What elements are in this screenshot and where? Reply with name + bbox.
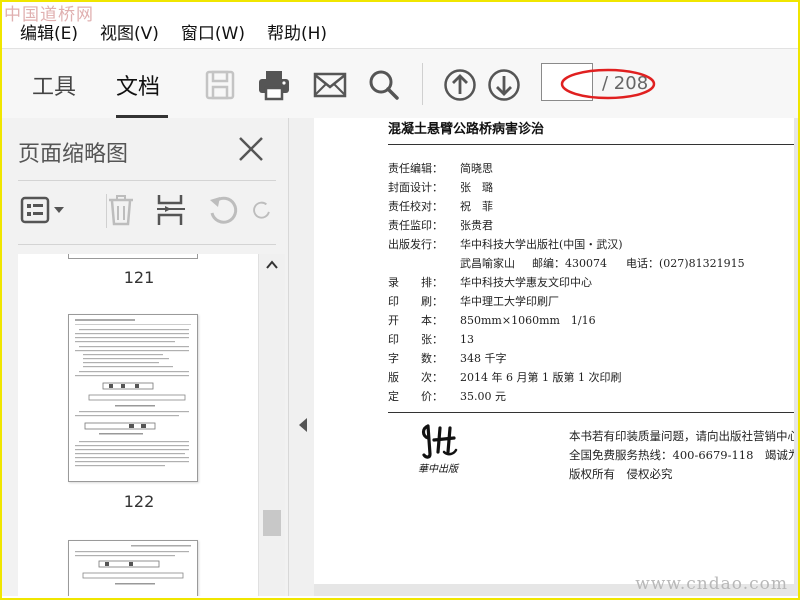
publisher-address: 武昌喻家山	[460, 257, 515, 270]
meta-cover-design: 封面设计：张 璐	[388, 181, 493, 194]
publisher-logo-text: 華中出版	[418, 464, 458, 475]
insert-page-icon[interactable]	[154, 192, 188, 228]
meta-publisher: 出版发行： 华中科技大学出版社(中国・武汉)	[388, 238, 623, 251]
publisher-phone: 电话：(027)81321915	[626, 257, 745, 270]
meta-print-supervisor: 责任监印： 张贵君	[388, 219, 493, 232]
meta-printer: 印 刷： 华中理工大学印刷厂	[388, 295, 559, 308]
rotate-ccw-icon[interactable]	[206, 192, 240, 228]
menu-window[interactable]: 窗口(W)	[167, 19, 253, 44]
meta-editor: 责任编辑： 简晓思	[388, 162, 493, 175]
delete-icon[interactable]	[104, 192, 138, 228]
arrow-down-circle-icon[interactable]	[486, 67, 522, 103]
toolbar: 工具 文档 / 208	[2, 48, 798, 120]
meta-word-count: 字 数： 348 千字	[388, 352, 507, 365]
title-rule	[388, 144, 794, 145]
thumbnail-options-icon[interactable]	[18, 192, 68, 228]
thumbnail-page-120-edge[interactable]	[68, 254, 198, 259]
menu-bar: 编辑(E) 视图(V) 窗口(W) 帮助(H)	[2, 14, 798, 48]
search-icon[interactable]	[366, 67, 402, 103]
meta-price: 定 价： 35.00 元	[388, 390, 506, 403]
publisher-postcode: 邮编：430074	[532, 257, 607, 270]
publisher-logo-icon	[421, 424, 458, 459]
arrow-up-circle-icon[interactable]	[442, 67, 478, 103]
page-label-122: 122	[123, 492, 155, 511]
meta-proofreader: 责任校对：祝 菲	[388, 200, 493, 213]
thumbnail-content	[75, 319, 191, 467]
notice-line-2: 全国免费服务热线：400-6679-118 竭诚为	[569, 448, 794, 462]
tab-document[interactable]: 文档	[116, 69, 160, 101]
panel-title: 页面缩略图	[18, 142, 129, 167]
panel-divider	[18, 180, 276, 181]
meta-format: 开 本： 850mm×1060mm 1/16	[388, 314, 596, 327]
bottom-rule	[388, 412, 794, 413]
meta-typesetting: 录 排： 华中科技大学惠友文印中心	[388, 276, 592, 289]
thumbnail-content-2	[75, 545, 191, 585]
rotate-cw-icon[interactable]	[252, 192, 272, 228]
thumbnail-list: 121 122	[18, 254, 260, 596]
notice-line-1: 本书若有印装质量问题，请向出版社营销中心	[569, 429, 794, 443]
highlight-ellipse	[560, 68, 656, 100]
tab-tools[interactable]: 工具	[32, 69, 76, 101]
scroll-up-icon[interactable]	[266, 260, 278, 270]
book-title: 混凝土悬臂公路桥病害诊治	[388, 122, 545, 137]
watermark-bottom: www.cndao.com	[635, 574, 788, 594]
thumbnail-scrollbar[interactable]	[258, 254, 285, 596]
meta-edition: 版 次： 2014 年 6 月第 1 版第 1 次印刷	[388, 371, 622, 384]
mail-icon[interactable]	[312, 67, 348, 103]
document-page: 混凝土悬臂公路桥病害诊治 责任编辑： 简晓思 封面设计：张 璐 责任校对：祝 菲 …	[314, 118, 794, 584]
thumbnail-page-123[interactable]	[68, 540, 198, 596]
menu-help[interactable]: 帮助(H)	[253, 19, 335, 44]
scrollbar-thumb[interactable]	[263, 510, 281, 536]
toolbar-separator	[422, 63, 423, 105]
notice-line-3: 版权所有 侵权必究	[569, 467, 673, 481]
save-icon[interactable]	[202, 67, 238, 103]
watermark-top: 中国道桥网	[4, 5, 94, 25]
close-icon[interactable]	[236, 134, 266, 164]
print-icon[interactable]	[256, 67, 292, 103]
page-label-121: 121	[123, 268, 155, 287]
meta-sheets: 印 张： 13	[388, 333, 474, 346]
panel-splitter[interactable]	[288, 118, 316, 596]
menu-view[interactable]: 视图(V)	[86, 19, 167, 44]
document-view: 混凝土悬臂公路桥病害诊治 责任编辑： 简晓思 封面设计：张 璐 责任校对：祝 菲 …	[314, 118, 798, 596]
thumbnail-page-122[interactable]	[68, 314, 198, 482]
collapse-panel-icon[interactable]	[299, 418, 307, 432]
panel-divider-2	[18, 244, 276, 245]
